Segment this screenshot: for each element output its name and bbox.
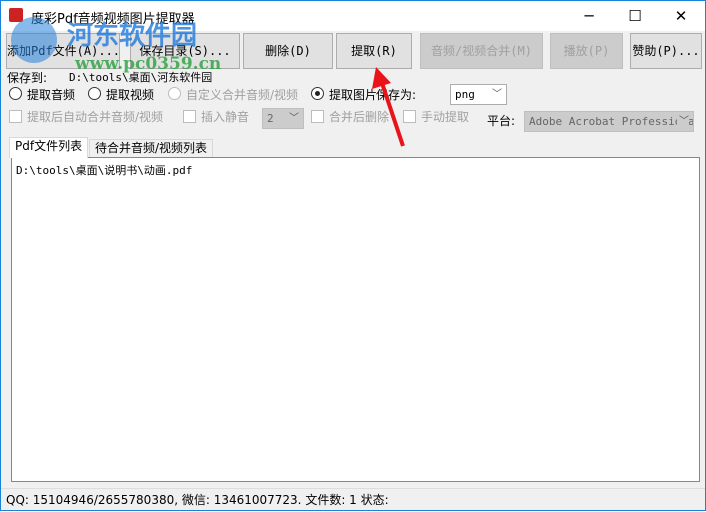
chevron-down-icon: ﹀ (289, 113, 299, 124)
app-window: 度彩Pdf音频视频图片提取器 ─ ☐ ✕ 添加Pdf文件(A)... 保存目录(… (0, 0, 706, 511)
save-as-value: png (455, 88, 475, 101)
title-bar: 度彩Pdf音频视频图片提取器 ─ ☐ ✕ (1, 1, 705, 31)
donate-button[interactable]: 赞助(P)... (630, 33, 702, 69)
minimize-button[interactable]: ─ (566, 1, 612, 31)
silence-value: 2 (267, 112, 274, 125)
window-title: 度彩Pdf音频视频图片提取器 (31, 12, 195, 27)
extract-button[interactable]: 提取(R) (336, 33, 412, 69)
save-dir-button[interactable]: 保存目录(S)... (130, 33, 240, 69)
add-pdf-button[interactable]: 添加Pdf文件(A)... (6, 33, 120, 69)
custom-merge-label: 自定义合并音频/视频 (186, 88, 299, 102)
merge-button[interactable]: 音频/视频合并(M) (420, 33, 543, 69)
extract-audio-radio[interactable] (9, 87, 22, 100)
chevron-down-icon: ﹀ (492, 89, 502, 100)
status-bar: QQ: 15104946/2655780380, 微信: 13461007723… (1, 488, 705, 510)
extract-image-radio[interactable] (311, 87, 324, 100)
auto-merge-checkbox[interactable] (9, 110, 22, 123)
save-to-label: 保存到: (7, 71, 48, 85)
insert-silence-label: 插入静音 (201, 110, 250, 124)
delete-after-merge-label: 合并后删除 (329, 110, 390, 124)
tab-merge-list[interactable]: 待合并音频/视频列表 (89, 139, 214, 158)
auto-merge-label: 提取后自动合并音频/视频 (27, 110, 164, 124)
extract-image-label: 提取图片 (329, 88, 378, 102)
app-icon (9, 8, 23, 22)
play-button[interactable]: 播放(P) (550, 33, 623, 69)
save-as-select[interactable]: png ﹀ (450, 84, 507, 105)
delete-button[interactable]: 删除(D) (243, 33, 333, 69)
extract-audio-label: 提取音频 (27, 88, 76, 102)
maximize-button[interactable]: ☐ (612, 1, 658, 31)
extract-video-label: 提取视频 (106, 88, 155, 102)
manual-extract-label: 手动提取 (421, 110, 470, 124)
save-to-path: D:\tools\桌面\河东软件园 (69, 71, 213, 84)
tab-pdf-files[interactable]: Pdf文件列表 (9, 137, 89, 158)
platform-label: 平台: (487, 114, 516, 128)
save-as-label: 保存为: (376, 88, 417, 102)
delete-after-merge-checkbox[interactable] (311, 110, 324, 123)
chevron-down-icon: ﹀ (677, 112, 689, 131)
close-button[interactable]: ✕ (658, 1, 704, 31)
extract-video-radio[interactable] (88, 87, 101, 100)
pdf-file-list[interactable]: D:\tools\桌面\说明书\动画.pdf (11, 157, 700, 482)
platform-value: Adobe Acrobat Professional (529, 115, 694, 128)
insert-silence-checkbox[interactable] (183, 110, 196, 123)
manual-extract-checkbox[interactable] (403, 110, 416, 123)
list-item[interactable]: D:\tools\桌面\说明书\动画.pdf (16, 162, 192, 178)
silence-select[interactable]: 2 ﹀ (262, 108, 304, 129)
custom-merge-radio[interactable] (168, 87, 181, 100)
platform-select[interactable]: Adobe Acrobat Professional ﹀ (524, 111, 694, 132)
